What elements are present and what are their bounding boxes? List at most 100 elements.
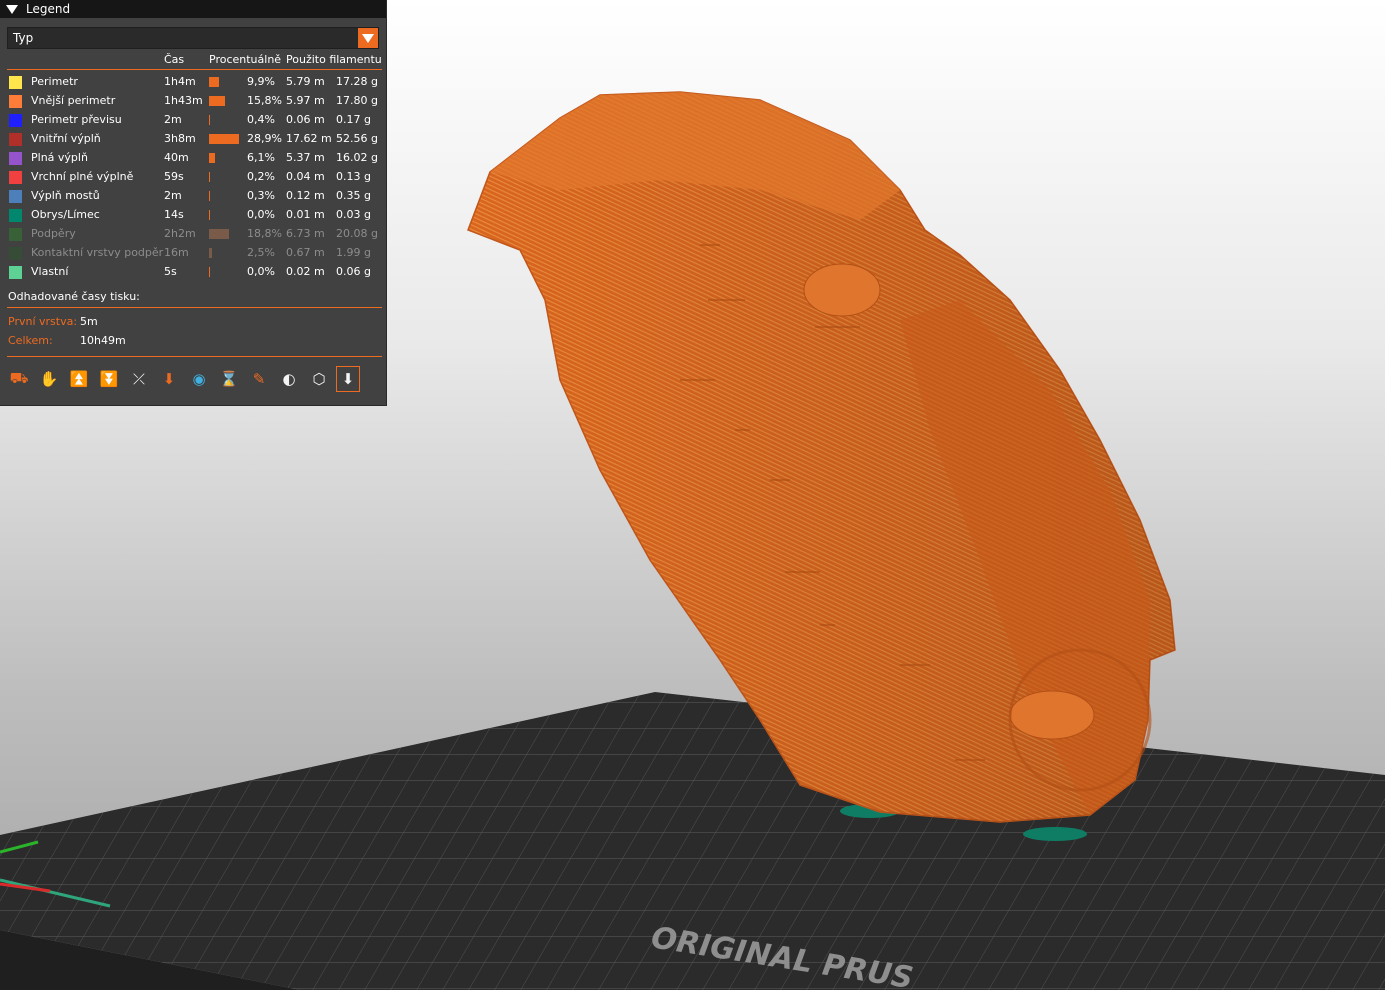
tool-marker-icon[interactable]: ⬇: [336, 366, 360, 392]
skirt-foot-2: [1023, 827, 1087, 841]
legend-item[interactable]: Vnitřní výplň 3h8m 28,9% 17.62 m 52.56 g: [0, 130, 386, 149]
item-share-bar: [209, 191, 210, 201]
item-length: 0.02 m: [286, 265, 325, 278]
item-share-bar: [209, 267, 210, 277]
legend-item[interactable]: Plná výplň 40m 6,1% 5.37 m 16.02 g: [0, 149, 386, 168]
item-label: Plná výplň: [31, 151, 88, 164]
color-swatch: [9, 133, 22, 146]
legend-item[interactable]: Obrys/Límec 14s 0,0% 0.01 m 0.03 g: [0, 206, 386, 225]
item-length: 0.67 m: [286, 246, 325, 259]
item-time: 5s: [164, 265, 177, 278]
item-time: 40m: [164, 151, 189, 164]
tool-changes-icon[interactable]: ⬇: [156, 366, 182, 392]
color-swatch: [9, 114, 22, 127]
legend-item[interactable]: Kontaktní vrstvy podpěr 16m 2,5% 0.67 m 1.99…: [0, 244, 386, 263]
color-swatch: [9, 209, 22, 222]
item-label: Obrys/Límec: [31, 208, 100, 221]
total-time: Celkem: 10h49m: [8, 334, 126, 347]
color-changes-icon[interactable]: ◉: [186, 366, 212, 392]
total-label: Celkem:: [8, 334, 53, 347]
collapse-arrow-icon[interactable]: [6, 4, 18, 14]
center-of-gravity-icon[interactable]: ◐: [276, 366, 302, 392]
legend-item[interactable]: Vrchní plné výplně 59s 0,2% 0.04 m 0.13 g: [0, 168, 386, 187]
item-share-bar: [209, 115, 210, 125]
item-time: 1h4m: [164, 75, 196, 88]
item-label: Vnější perimetr: [31, 94, 116, 107]
item-share-bar: [209, 153, 215, 163]
item-label: Perimetr převisu: [31, 113, 122, 126]
item-length: 0.04 m: [286, 170, 325, 183]
item-weight: 16.02 g: [336, 151, 378, 164]
legend-item[interactable]: Vnější perimetr 1h43m 15,8% 5.97 m 17.80 g: [0, 92, 386, 111]
legend-item[interactable]: Perimetr převisu 2m 0,4% 0.06 m 0.17 g: [0, 111, 386, 130]
legend-title: Legend: [26, 2, 71, 16]
legend-panel: Legend Typ Čas Procentuálně Použito fila…: [0, 0, 386, 405]
item-length: 0.01 m: [286, 208, 325, 221]
item-time: 16m: [164, 246, 189, 259]
item-weight: 1.99 g: [336, 246, 371, 259]
item-label: Kontaktní vrstvy podpěr: [31, 246, 164, 259]
color-swatch: [9, 190, 22, 203]
item-share-bar: [209, 172, 210, 182]
color-swatch: [9, 266, 22, 279]
item-length: 0.06 m: [286, 113, 325, 126]
print-bed: ORIGINAL PRUS: [0, 692, 1385, 990]
item-label: Vnitřní výplň: [31, 132, 101, 145]
item-label: Podpěry: [31, 227, 76, 240]
item-percent: 28,9%: [247, 132, 282, 145]
view-type-select[interactable]: Typ: [7, 27, 379, 49]
color-swatch: [9, 95, 22, 108]
item-share-bar: [209, 134, 239, 144]
item-weight: 0.35 g: [336, 189, 371, 202]
item-length: 5.97 m: [286, 94, 325, 107]
item-time: 14s: [164, 208, 184, 221]
total-value: 10h49m: [80, 334, 126, 347]
item-time: 3h8m: [164, 132, 196, 145]
legend-titlebar[interactable]: Legend: [0, 0, 386, 18]
item-share-bar: [209, 77, 219, 87]
dropdown-arrow-icon[interactable]: [358, 28, 378, 48]
custom-gcode-icon[interactable]: ✎: [246, 366, 272, 392]
item-label: Vrchní plné výplně: [31, 170, 134, 183]
item-time: 2m: [164, 189, 182, 202]
item-weight: 17.28 g: [336, 75, 378, 88]
pause-icon[interactable]: ⌛: [216, 366, 242, 392]
estimate-separator: [7, 307, 382, 308]
item-share-bar: [209, 248, 212, 258]
item-share-bar: [209, 229, 229, 239]
item-time: 59s: [164, 170, 184, 183]
item-label: Perimetr: [31, 75, 78, 88]
first-layer-time: První vrstva: 5m: [8, 315, 98, 328]
legend-item[interactable]: Vlastní 5s 0,0% 0.02 m 0.06 g: [0, 263, 386, 282]
item-length: 5.37 m: [286, 151, 325, 164]
item-weight: 20.08 g: [336, 227, 378, 240]
legend-item[interactable]: Podpěry 2h2m 18,8% 6.73 m 20.08 g: [0, 225, 386, 244]
item-percent: 6,1%: [247, 151, 275, 164]
deretractions-icon[interactable]: ⏬: [96, 366, 122, 392]
shells-icon[interactable]: ⬡: [306, 366, 332, 392]
seams-icon[interactable]: ⤫: [126, 366, 152, 392]
color-swatch: [9, 228, 22, 241]
item-length: 6.73 m: [286, 227, 325, 240]
item-weight: 17.80 g: [336, 94, 378, 107]
item-weight: 0.03 g: [336, 208, 371, 221]
item-weight: 0.06 g: [336, 265, 371, 278]
item-length: 0.12 m: [286, 189, 325, 202]
retractions-icon[interactable]: ⏫: [66, 366, 92, 392]
color-swatch: [9, 76, 22, 89]
options-toolbar: ⛟ ✋ ⏫ ⏬ ⤫ ⬇ ◉ ⌛ ✎ ◐ ⬡ ⬇: [6, 366, 360, 392]
toolbar-separator: [7, 356, 382, 357]
wipe-icon[interactable]: ✋: [36, 366, 62, 392]
legend-item[interactable]: Výplň mostů 2m 0,3% 0.12 m 0.35 g: [0, 187, 386, 206]
item-time: 2h2m: [164, 227, 196, 240]
item-weight: 52.56 g: [336, 132, 378, 145]
view-type-value: Typ: [13, 31, 34, 45]
item-share-bar: [209, 210, 210, 220]
item-length: 5.79 m: [286, 75, 325, 88]
legend-item[interactable]: Perimetr 1h4m 9,9% 5.79 m 17.28 g: [0, 73, 386, 92]
item-percent: 2,5%: [247, 246, 275, 259]
travel-icon[interactable]: ⛟: [6, 366, 32, 392]
estimated-times-label: Odhadované časy tisku:: [8, 290, 140, 303]
item-percent: 9,9%: [247, 75, 275, 88]
item-percent: 18,8%: [247, 227, 282, 240]
